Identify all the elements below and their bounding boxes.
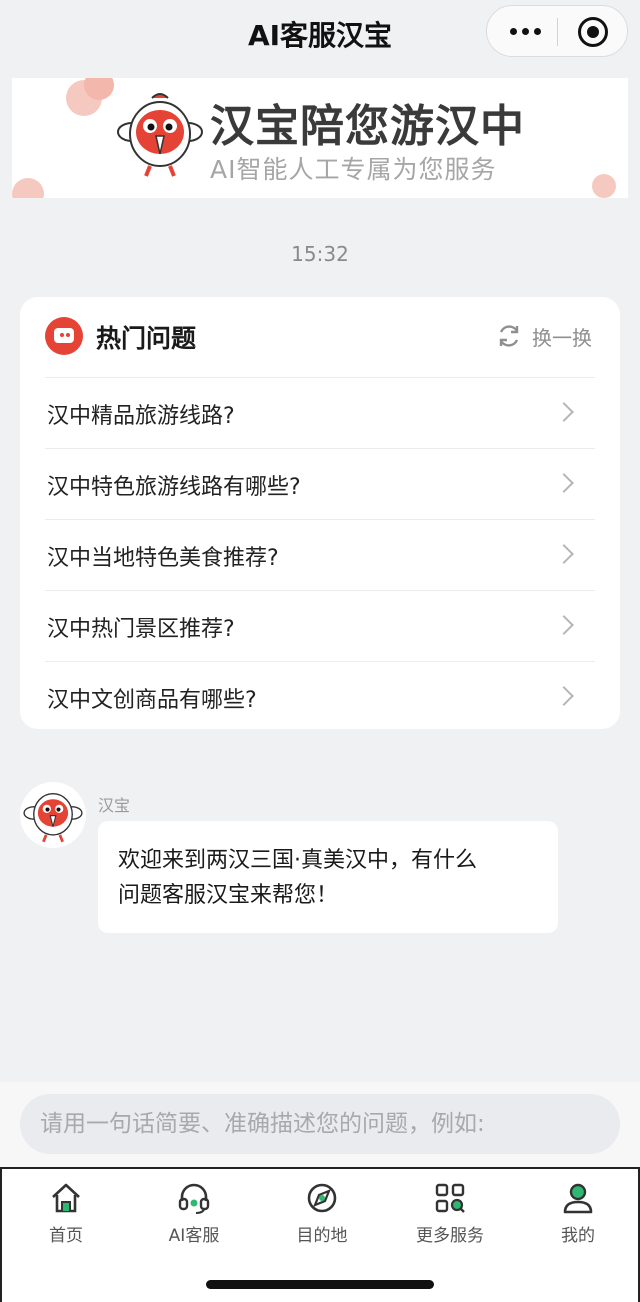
banner-headline: 汉宝陪您游汉中 bbox=[210, 101, 525, 152]
tab-more-services[interactable]: 更多服务 bbox=[386, 1179, 514, 1253]
chat-bubble-icon bbox=[45, 317, 83, 355]
banner-subline: AI智能人工专属为您服务 bbox=[210, 155, 497, 184]
card-title: 热门问题 bbox=[96, 324, 197, 353]
hot-questions-card: 热门问题 换一换 汉中精品旅游线路? 汉中特色旅游线路有哪些? 汉中当地特色美食… bbox=[20, 297, 620, 729]
tab-mine[interactable]: 我的 bbox=[514, 1179, 640, 1253]
question-text: 汉中精品旅游线路? bbox=[47, 404, 235, 429]
headset-icon bbox=[178, 1183, 210, 1214]
tab-destination[interactable]: 目的地 bbox=[258, 1179, 386, 1253]
red-bird-mascot bbox=[23, 793, 83, 843]
avatar bbox=[20, 782, 86, 848]
chevron-right-icon bbox=[554, 473, 574, 493]
question-text: 汉中文创商品有哪些? bbox=[47, 688, 257, 713]
capsule-divider bbox=[557, 18, 558, 46]
question-list: 汉中精品旅游线路? 汉中特色旅游线路有哪些? 汉中当地特色美食推荐? 汉中热门景… bbox=[45, 377, 595, 732]
question-item[interactable]: 汉中文创商品有哪些? bbox=[45, 661, 595, 732]
home-indicator bbox=[206, 1280, 434, 1289]
chat-timestamp: 15:32 bbox=[291, 242, 349, 266]
compass-icon bbox=[307, 1183, 337, 1213]
user-icon bbox=[563, 1183, 593, 1214]
tab-label: 更多服务 bbox=[416, 1226, 484, 1246]
chevron-right-icon bbox=[554, 686, 574, 706]
question-text: 汉中当地特色美食推荐? bbox=[47, 546, 279, 571]
tab-label: 目的地 bbox=[296, 1226, 348, 1246]
question-item[interactable]: 汉中当地特色美食推荐? bbox=[45, 519, 595, 590]
question-text: 汉中特色旅游线路有哪些? bbox=[47, 475, 301, 500]
message-bubble: 欢迎来到两汉三国·真美汉中，有什么 问题客服汉宝来帮您！ bbox=[98, 821, 558, 933]
question-item[interactable]: 汉中精品旅游线路? bbox=[45, 377, 595, 448]
more-dots-icon[interactable] bbox=[505, 19, 545, 43]
chevron-right-icon bbox=[554, 544, 574, 564]
target-circle-icon[interactable] bbox=[578, 17, 608, 47]
sender-name: 汉宝 bbox=[98, 796, 131, 815]
home-icon bbox=[52, 1183, 80, 1213]
question-item[interactable]: 汉中特色旅游线路有哪些? bbox=[45, 448, 595, 519]
miniprogram-capsule bbox=[486, 5, 628, 57]
tab-label: 首页 bbox=[49, 1226, 83, 1246]
decor-dot bbox=[12, 178, 44, 198]
message-line: 问题客服汉宝来帮您！ bbox=[118, 883, 339, 908]
refresh-label: 换一换 bbox=[532, 325, 592, 350]
message-line: 欢迎来到两汉三国·真美汉中，有什么 bbox=[118, 848, 477, 873]
decor-dot bbox=[592, 174, 616, 198]
red-bird-mascot bbox=[117, 93, 203, 177]
title-bar: AI客服汉宝 bbox=[0, 0, 640, 66]
refresh-button[interactable]: 换一换 bbox=[496, 321, 592, 351]
tab-label: AI客服 bbox=[168, 1226, 220, 1246]
grid-search-icon bbox=[435, 1183, 465, 1213]
question-text: 汉中热门景区推荐? bbox=[47, 617, 235, 642]
input-area bbox=[0, 1082, 640, 1168]
refresh-icon bbox=[499, 325, 519, 347]
banner: 汉宝陪您游汉中 AI智能人工专属为您服务 bbox=[12, 78, 628, 198]
tab-ai-service[interactable]: AI客服 bbox=[130, 1179, 258, 1253]
tab-label: 我的 bbox=[561, 1226, 595, 1246]
card-header: 热门问题 换一换 bbox=[20, 297, 620, 377]
tab-home[interactable]: 首页 bbox=[2, 1179, 130, 1253]
question-input[interactable] bbox=[20, 1094, 620, 1154]
chevron-right-icon bbox=[554, 615, 574, 635]
question-item[interactable]: 汉中热门景区推荐? bbox=[45, 590, 595, 661]
chevron-right-icon bbox=[554, 402, 574, 422]
